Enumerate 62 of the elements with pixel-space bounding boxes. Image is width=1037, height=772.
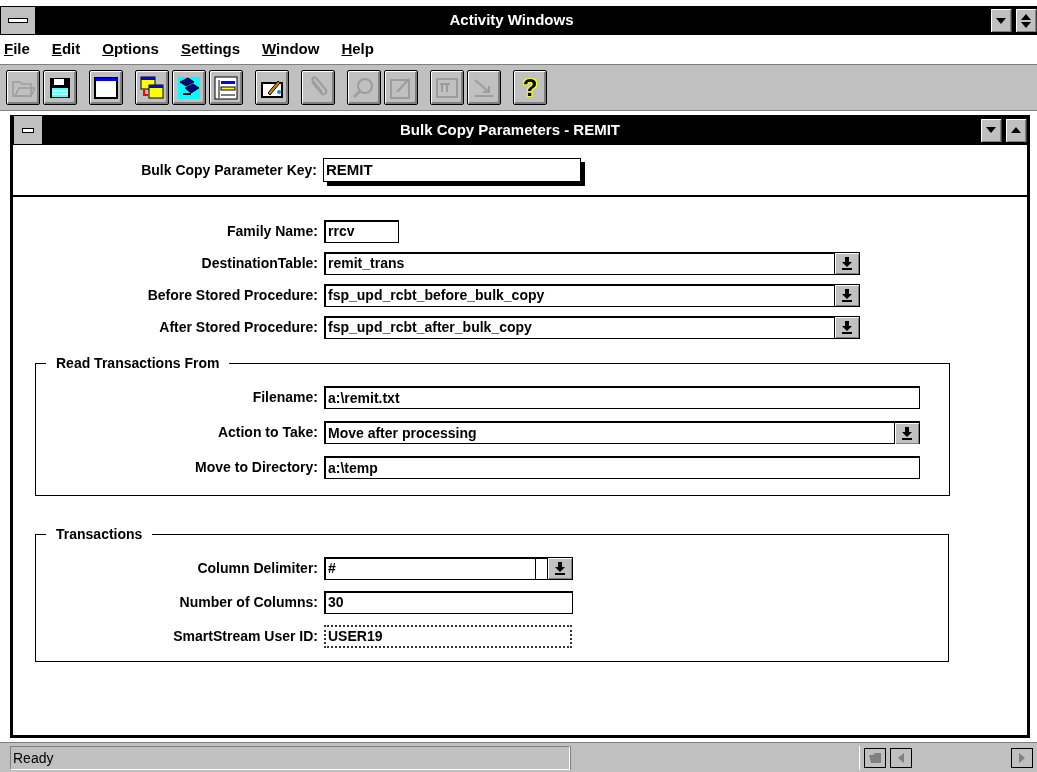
scroll-left-button[interactable] xyxy=(890,747,912,768)
field-label: Bulk Copy Parameter Key: xyxy=(140,160,318,180)
toolbar-button[interactable] xyxy=(43,70,77,105)
down-arrow-icon xyxy=(841,321,853,334)
menu-item[interactable]: Settings xyxy=(180,38,241,61)
menu-item[interactable]: Window xyxy=(262,38,320,61)
menu-item[interactable]: Help xyxy=(341,38,374,61)
down-arrow-icon xyxy=(996,17,1006,24)
field-label: After Stored Procedure: xyxy=(158,317,319,337)
toolbar-button[interactable] xyxy=(209,70,243,105)
dropdown-field[interactable]: remit_trans xyxy=(324,251,860,275)
transfer-icon xyxy=(177,75,201,100)
system-menu-button[interactable] xyxy=(0,6,36,35)
minimize-button[interactable] xyxy=(990,8,1012,33)
field-label: Column Delimiter: xyxy=(196,558,319,578)
field-label: Action to Take: xyxy=(216,423,319,442)
right-arrow-icon xyxy=(1019,752,1025,763)
field-label: DestinationTable: xyxy=(200,253,319,273)
dropdown-field[interactable]: # xyxy=(324,556,573,580)
list-icon xyxy=(214,75,238,100)
toolbar-button[interactable]: ? xyxy=(513,70,547,105)
down-arrow-icon xyxy=(841,257,853,270)
maximize-button[interactable] xyxy=(1005,117,1027,143)
down-arrow-icon xyxy=(986,127,996,133)
table-copy-icon xyxy=(140,75,164,100)
window-icon xyxy=(94,75,118,100)
field-label: SmartStream User ID: xyxy=(172,626,319,646)
window-title: Bulk Copy Parameters - REMIT xyxy=(398,119,622,140)
field-label: Number of Columns: xyxy=(178,592,319,612)
input-field[interactable]: a:\remit.txt xyxy=(324,386,920,409)
dropdown-field[interactable]: fsp_upd_rcbt_after_bulk_copy xyxy=(324,315,860,339)
magnifier-icon xyxy=(352,75,376,100)
field-label: Move to Directory: xyxy=(194,458,319,477)
input-field[interactable]: USER19 xyxy=(324,624,572,648)
system-menu-button[interactable] xyxy=(13,115,43,145)
toolbar-button[interactable] xyxy=(89,70,123,105)
window-title: Activity Windows xyxy=(448,10,575,31)
toolbar-button[interactable] xyxy=(255,70,289,105)
scroll-right-button[interactable] xyxy=(1011,747,1033,768)
down-arrow-icon xyxy=(901,426,913,440)
menu-item[interactable]: Options xyxy=(102,38,159,61)
dropdown-field[interactable]: fsp_upd_rcbt_before_bulk_copy xyxy=(324,283,860,307)
form-icon xyxy=(435,75,459,100)
menu-item[interactable]: Edit xyxy=(51,38,81,61)
down-arrow-icon xyxy=(554,562,566,575)
field-label: Filename: xyxy=(251,388,319,407)
status-text: Ready xyxy=(10,745,570,770)
up-arrow-icon xyxy=(1011,127,1021,133)
restore-button[interactable] xyxy=(1015,8,1037,33)
input-field[interactable]: a:\temp xyxy=(324,456,920,479)
minimize-button[interactable] xyxy=(980,117,1002,143)
input-field[interactable]: 30 xyxy=(324,590,573,614)
field-label: Family Name: xyxy=(225,221,319,241)
up-down-arrow-icon xyxy=(1021,13,1031,28)
toolbar-button[interactable] xyxy=(172,70,206,105)
menu-item[interactable]: File xyxy=(4,38,30,61)
toolbar-button[interactable] xyxy=(135,70,169,105)
input-field[interactable]: rrcv xyxy=(324,219,399,243)
field-label: Before Stored Procedure: xyxy=(146,285,319,305)
left-arrow-icon xyxy=(898,752,904,763)
dropdown-field[interactable]: Move after processing xyxy=(324,421,920,444)
down-arrow-icon xyxy=(841,289,853,302)
